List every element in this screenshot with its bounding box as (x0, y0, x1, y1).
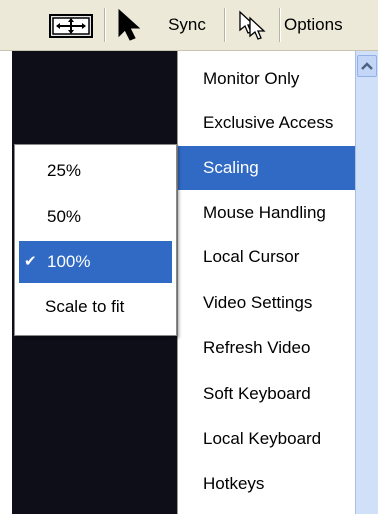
options-menu-button[interactable]: Options (284, 10, 378, 40)
scaling-submenu: 25% 50% ✔ 100% Scale to fit (14, 144, 177, 336)
menu-item-label: Mouse Handling (203, 203, 326, 222)
toolbar-separator (224, 8, 226, 42)
menu-item-video-settings[interactable]: Video Settings (178, 281, 356, 325)
fit-window-button[interactable] (48, 14, 94, 38)
scale-option-100[interactable]: ✔ 100% (19, 241, 172, 283)
menu-item-hotkeys[interactable]: Hotkeys (178, 462, 356, 506)
menu-item-label: Local Cursor (203, 247, 300, 266)
menu-item-label: Hotkeys (203, 474, 265, 493)
checkmark-icon: ✔ (24, 253, 37, 270)
menu-item-label: Scaling (203, 158, 259, 177)
scroll-up-button[interactable] (357, 55, 377, 77)
scale-option-25[interactable]: 25% (19, 150, 172, 192)
scale-option-fit[interactable]: Scale to fit (19, 286, 172, 328)
scale-option-label: Scale to fit (45, 297, 125, 316)
scale-option-label: 100% (47, 252, 91, 271)
menu-item-mouse-handling[interactable]: Mouse Handling (178, 191, 356, 235)
scroll-up-arrow-icon (361, 62, 373, 70)
scale-option-label: 50% (47, 207, 82, 226)
pointer-arrow-icon (118, 8, 141, 41)
menu-item-label: Video Settings (203, 293, 313, 312)
menu-item-refresh-video[interactable]: Refresh Video (178, 326, 356, 370)
menu-item-scaling[interactable]: Scaling (178, 146, 356, 190)
sync-label: Sync (168, 15, 206, 34)
pointer-button[interactable] (112, 8, 148, 41)
scale-option-label: 25% (47, 161, 82, 180)
menu-item-label: Soft Keyboard (203, 384, 311, 403)
menu-item-label: Refresh Video (203, 338, 311, 357)
toolbar-separator (279, 8, 281, 42)
options-label: Options (284, 15, 343, 34)
options-dropdown: Monitor Only Exclusive Access Scaling Mo… (177, 51, 357, 514)
menu-item-soft-keyboard[interactable]: Soft Keyboard (178, 372, 356, 416)
window-edge (0, 51, 12, 514)
fit-window-icon (49, 14, 93, 38)
menu-item-label: Monitor Only (203, 69, 300, 88)
kvm-viewer: Sync Options Monitor Only Exclusive Acce… (0, 0, 378, 514)
menu-item-local-cursor[interactable]: Local Cursor (178, 235, 356, 279)
menu-item-exclusive-access[interactable]: Exclusive Access (178, 101, 356, 145)
menu-item-label: Exclusive Access (203, 113, 334, 132)
scale-option-50[interactable]: 50% (19, 196, 172, 238)
toolbar: Sync Options (0, 0, 378, 51)
menu-item-monitor-only[interactable]: Monitor Only (178, 57, 356, 101)
menu-scrollbar[interactable] (355, 51, 378, 514)
menu-item-local-keyboard[interactable]: Local Keyboard (178, 417, 356, 461)
menu-item-label: Local Keyboard (203, 429, 322, 448)
sync-button[interactable]: Sync (158, 10, 216, 40)
dual-cursor-button[interactable] (231, 10, 275, 40)
toolbar-separator (104, 8, 106, 42)
dual-cursor-icon (239, 10, 266, 40)
